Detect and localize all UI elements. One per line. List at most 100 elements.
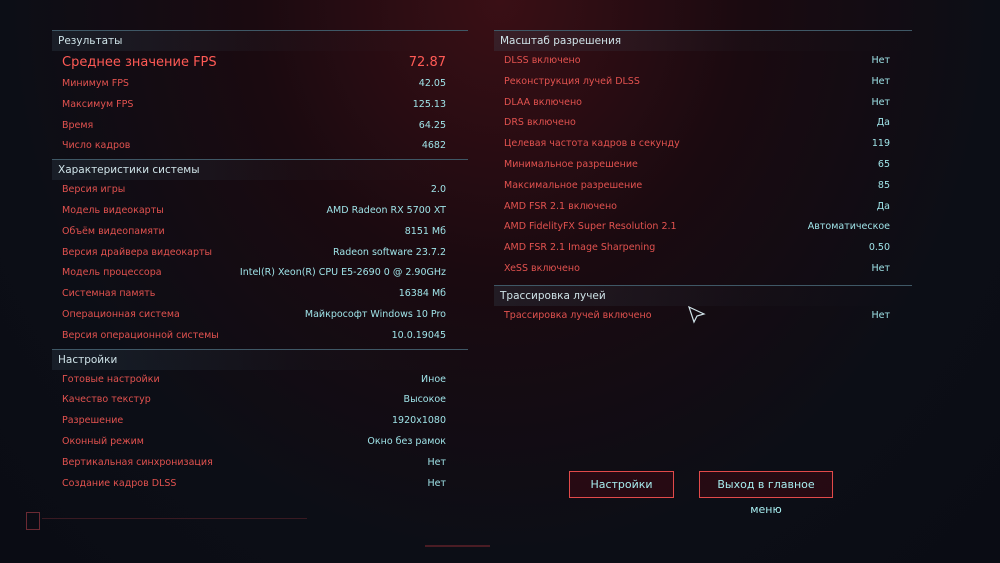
settings-value: Иное	[421, 373, 446, 385]
system-label: Версия игры	[62, 184, 126, 196]
scaling-row-xess: XeSS включено Нет	[494, 259, 912, 280]
settings-header: Настройки	[52, 348, 468, 370]
settings-button[interactable]: Настройки	[569, 471, 674, 498]
system-value: 10.0.19045	[391, 329, 446, 341]
system-row-os: Операционная система Майкрософт Windows …	[52, 305, 468, 326]
stat-row-min-fps: Минимум FPS 42.05	[52, 74, 468, 95]
scaling-value: 65	[877, 158, 890, 170]
scaling-value: Нет	[871, 96, 890, 108]
raytracing-label: Трассировка лучей включено	[504, 309, 652, 321]
scaling-value: Да	[876, 200, 890, 212]
system-row-ram: Системная память 16384 Мб	[52, 284, 468, 305]
settings-value: Нет	[427, 456, 446, 468]
system-label: Объём видеопамяти	[62, 225, 165, 237]
stat-row-time: Время 64.25	[52, 116, 468, 137]
stat-value: 64.25	[418, 119, 446, 131]
scaling-value: Нет	[871, 262, 890, 274]
results-header: Результаты	[52, 30, 468, 51]
system-row-gpu: Модель видеокарты AMD Radeon RX 5700 XT	[52, 201, 468, 222]
stat-value: 4682	[421, 140, 446, 152]
stat-label: Число кадров	[62, 140, 131, 152]
scaling-label: Целевая частота кадров в секунду	[504, 138, 680, 150]
scaling-label: DRS включено	[504, 117, 576, 129]
scaling-value: 85	[877, 179, 890, 191]
scaling-label: DLAA включено	[504, 96, 582, 108]
stat-label: Минимум FPS	[62, 78, 129, 89]
system-value: AMD Radeon RX 5700 XT	[326, 204, 446, 216]
hud-decoration-left	[26, 512, 40, 530]
scaling-label: Реконструкция лучей DLSS	[504, 75, 640, 87]
settings-row-resolution: Разрешение 1920x1080	[52, 411, 468, 432]
system-row-driver: Версия драйвера видеокарты Radeon softwa…	[52, 243, 468, 264]
scaling-value: Да	[876, 117, 890, 129]
scaling-value: 0.50	[868, 242, 890, 254]
system-value: 2.0	[430, 184, 446, 196]
scaling-label: AMD FSR 2.1 включено	[504, 200, 617, 212]
scaling-header: Масштаб разрешения	[494, 30, 912, 51]
system-label: Версия операционной системы	[62, 329, 219, 341]
scaling-value: 119	[871, 138, 890, 150]
scaling-value: Нет	[871, 75, 890, 87]
exit-to-main-menu-button[interactable]: Выход в главное меню	[699, 471, 833, 516]
system-label: Системная память	[62, 288, 156, 300]
scaling-label: XeSS включено	[504, 262, 580, 274]
scaling-row-drs: DRS включено Да	[494, 113, 912, 134]
settings-row-dlss-fg: Создание кадров DLSS Нет	[52, 474, 468, 495]
settings-value: Высокое	[403, 394, 446, 406]
scaling-label: AMD FSR 2.1 Image Sharpening	[504, 242, 656, 254]
system-value: Radeon software 23.7.2	[333, 246, 446, 258]
settings-value: Окно без рамок	[367, 435, 446, 447]
scaling-label: DLSS включено	[504, 55, 581, 66]
system-label: Модель видеокарты	[62, 204, 164, 216]
scaling-row-dlaa: DLAA включено Нет	[494, 93, 912, 114]
scaling-value: Нет	[871, 55, 890, 66]
stat-value: 125.13	[412, 98, 446, 110]
system-row-os-version: Версия операционной системы 10.0.19045	[52, 326, 468, 347]
settings-label: Оконный режим	[62, 435, 144, 447]
scaling-row-dlss-rr: Реконструкция лучей DLSS Нет	[494, 72, 912, 93]
settings-row-vsync: Вертикальная синхронизация Нет	[52, 453, 468, 474]
mouse-cursor-icon	[688, 306, 706, 324]
scaling-row-fsr-enabled: AMD FSR 2.1 включено Да	[494, 197, 912, 218]
stat-label: Максимум FPS	[62, 98, 134, 110]
settings-row-texture: Качество текстур Высокое	[52, 390, 468, 411]
hud-decoration-bottom-line	[42, 518, 307, 519]
scaling-row-fsr-sharpening: AMD FSR 2.1 Image Sharpening 0.50	[494, 238, 912, 259]
scaling-row-fsr-mode: AMD FidelityFX Super Resolution 2.1 Авто…	[494, 217, 912, 238]
stat-row-max-fps: Максимум FPS 125.13	[52, 95, 468, 116]
raytracing-value: Нет	[871, 309, 890, 321]
settings-value: Нет	[427, 477, 446, 489]
settings-row-window-mode: Оконный режим Окно без рамок	[52, 432, 468, 453]
scaling-label: Минимальное разрешение	[504, 158, 638, 170]
settings-label: Готовые настройки	[62, 373, 160, 385]
scaling-label: Максимальное разрешение	[504, 179, 643, 191]
avg-fps-label: Среднее значение FPS	[62, 55, 217, 70]
settings-label: Разрешение	[62, 415, 124, 427]
scaling-row-dlss: DLSS включено Нет	[494, 51, 912, 72]
right-column: Масштаб разрешения DLSS включено Нет Рек…	[494, 30, 912, 327]
system-label: Версия драйвера видеокарты	[62, 246, 213, 258]
raytracing-header: Трассировка лучей	[494, 284, 912, 306]
system-value: Intel(R) Xeon(R) CPU E5-2690 0 @ 2.90GHz	[239, 267, 446, 279]
scaling-value: Автоматическое	[807, 221, 890, 233]
settings-label: Вертикальная синхронизация	[62, 456, 213, 468]
settings-label: Создание кадров DLSS	[62, 477, 177, 489]
system-header: Характеристики системы	[52, 159, 468, 181]
stat-value: 42.05	[418, 78, 446, 89]
system-row-vram: Объём видеопамяти 8151 Мб	[52, 222, 468, 243]
hud-decoration-bottom-center	[425, 545, 490, 547]
stat-label: Время	[62, 119, 94, 131]
stat-row-frames: Число кадров 4682	[52, 136, 468, 157]
scaling-row-min-res: Минимальное разрешение 65	[494, 155, 912, 176]
left-column: Результаты Среднее значение FPS 72.87 Ми…	[52, 30, 468, 494]
system-row-game-version: Версия игры 2.0	[52, 180, 468, 201]
scaling-row-max-res: Максимальное разрешение 85	[494, 176, 912, 197]
settings-value: 1920x1080	[392, 415, 446, 427]
system-value: 16384 Мб	[398, 288, 446, 300]
avg-fps-value: 72.87	[408, 55, 446, 70]
settings-row-preset: Готовые настройки Иное	[52, 370, 468, 391]
scaling-row-target-fps: Целевая частота кадров в секунду 119	[494, 134, 912, 155]
system-row-cpu: Модель процессора Intel(R) Xeon(R) CPU E…	[52, 263, 468, 284]
scaling-label: AMD FidelityFX Super Resolution 2.1	[504, 221, 677, 233]
settings-label: Качество текстур	[62, 394, 151, 406]
